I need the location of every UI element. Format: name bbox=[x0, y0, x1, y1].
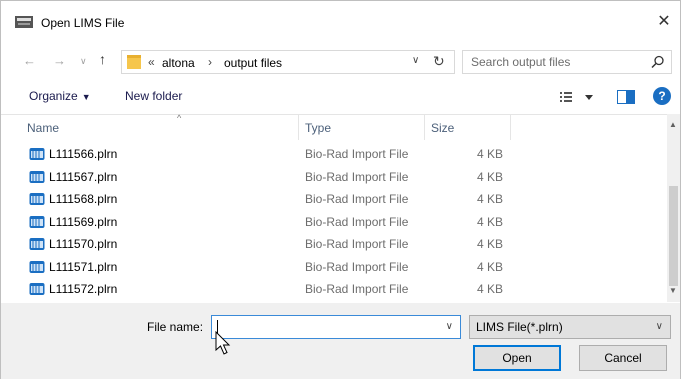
address-bar[interactable]: « altona › output files ∨ ↻ bbox=[121, 50, 455, 74]
column-header-size[interactable]: Size bbox=[425, 115, 511, 140]
column-header-type[interactable]: Type bbox=[299, 115, 425, 140]
file-type: Bio-Rad Import File bbox=[305, 192, 409, 206]
caret-down-icon: ▼ bbox=[81, 92, 91, 102]
up-button[interactable]: ↑ bbox=[99, 51, 106, 67]
chevron-down-icon: ∨ bbox=[80, 56, 87, 66]
cancel-button[interactable]: Cancel bbox=[579, 345, 667, 371]
file-name: L111569.plrn bbox=[49, 214, 118, 229]
navigation-bar: ← → ∨ ↑ « altona › output files ∨ ↻ bbox=[1, 45, 680, 79]
chevron-down-icon: ∨ bbox=[655, 321, 663, 332]
file-row[interactable]: L111569.plrn Bio-Rad Import File 4 KB bbox=[1, 211, 669, 234]
file-type: Bio-Rad Import File bbox=[305, 169, 409, 184]
file-type: Bio-Rad Import File bbox=[305, 282, 409, 296]
file-name: L111567.plrn bbox=[49, 169, 118, 184]
search-box[interactable] bbox=[462, 50, 672, 74]
file-type: Bio-Rad Import File bbox=[305, 147, 409, 161]
dialog-title: Open LIMS File bbox=[41, 16, 125, 30]
file-name: L111568.plrn bbox=[49, 192, 118, 206]
breadcrumb-output-files[interactable]: output files bbox=[224, 56, 282, 70]
new-folder-button[interactable]: New folder bbox=[125, 89, 182, 103]
address-dropdown-icon[interactable]: ∨ bbox=[412, 55, 419, 66]
file-icon bbox=[29, 170, 45, 183]
file-name-label: File name: bbox=[147, 320, 204, 334]
file-type: Bio-Rad Import File bbox=[305, 214, 409, 229]
file-type-select[interactable]: LIMS File(*.plrn) ∨ bbox=[469, 315, 671, 339]
file-icon bbox=[29, 215, 45, 228]
mouse-cursor-icon bbox=[215, 331, 231, 355]
scrollbar-thumb[interactable] bbox=[669, 186, 678, 286]
help-icon[interactable]: ? bbox=[653, 87, 671, 105]
column-size-label: Size bbox=[431, 121, 455, 135]
file-size: 4 KB bbox=[476, 237, 503, 251]
file-icon bbox=[29, 193, 45, 205]
organize-label: Organize bbox=[29, 89, 78, 103]
file-size: 4 KB bbox=[476, 147, 503, 161]
column-type-label: Type bbox=[305, 121, 332, 135]
file-row[interactable]: L111566.plrn Bio-Rad Import File 4 KB bbox=[1, 143, 669, 166]
preview-pane-icon[interactable] bbox=[617, 90, 635, 104]
file-type-selected: LIMS File(*.plrn) bbox=[476, 320, 563, 334]
breadcrumb-separator: › bbox=[208, 55, 212, 69]
file-name: L111570.plrn bbox=[49, 237, 118, 251]
search-input[interactable] bbox=[471, 55, 641, 69]
folder-icon bbox=[127, 55, 141, 69]
command-bar: Organize ▼ New folder ? bbox=[1, 83, 680, 111]
file-icon bbox=[29, 238, 45, 250]
close-button[interactable]: ✕ bbox=[650, 9, 678, 35]
search-icon[interactable] bbox=[651, 55, 665, 69]
arrow-right-icon: → bbox=[53, 53, 66, 68]
breadcrumb-altona[interactable]: altona bbox=[162, 56, 195, 70]
file-name: L111572.plrn bbox=[49, 282, 118, 296]
column-header-name[interactable]: Name ^ bbox=[21, 113, 299, 140]
file-icon bbox=[29, 260, 45, 273]
scroll-up-icon[interactable]: ▲ bbox=[669, 120, 677, 129]
file-row[interactable]: L111568.plrn Bio-Rad Import File 4 KB bbox=[1, 188, 669, 211]
forward-button[interactable]: → bbox=[53, 53, 66, 68]
title-bar: Open LIMS File ✕ bbox=[1, 1, 680, 43]
vertical-scrollbar[interactable]: ▲ ▼ bbox=[667, 114, 680, 302]
recent-locations-button[interactable]: ∨ bbox=[80, 56, 87, 67]
file-size: 4 KB bbox=[476, 192, 503, 206]
arrow-up-icon: ↑ bbox=[99, 51, 106, 67]
file-rows: L111566.plrn Bio-Rad Import File 4 KB L1… bbox=[1, 143, 669, 301]
open-button[interactable]: Open bbox=[473, 345, 561, 371]
dialog-footer: File name: ∨ LIMS File(*.plrn) ∨ Open Ca… bbox=[1, 303, 680, 379]
file-icon bbox=[29, 148, 45, 160]
file-type: Bio-Rad Import File bbox=[305, 237, 409, 251]
open-file-dialog: Open LIMS File ✕ ← → ∨ ↑ « altona › outp… bbox=[0, 0, 681, 379]
back-button[interactable]: ← bbox=[23, 53, 36, 68]
file-name-dropdown-icon[interactable]: ∨ bbox=[446, 321, 453, 332]
file-name-input[interactable] bbox=[216, 319, 436, 335]
file-icon bbox=[29, 283, 45, 295]
close-icon: ✕ bbox=[657, 13, 671, 30]
file-size: 4 KB bbox=[476, 282, 503, 296]
refresh-icon[interactable]: ↻ bbox=[433, 53, 445, 70]
file-type: Bio-Rad Import File bbox=[305, 259, 409, 274]
file-size: 4 KB bbox=[476, 259, 503, 274]
column-name-label: Name bbox=[27, 121, 60, 135]
breadcrumb-overflow[interactable]: « bbox=[148, 55, 155, 69]
file-row[interactable]: L111567.plrn Bio-Rad Import File 4 KB bbox=[1, 166, 669, 189]
file-name: L111566.plrn bbox=[49, 147, 118, 161]
change-view-icon[interactable] bbox=[558, 89, 598, 105]
file-name-combobox[interactable]: ∨ bbox=[211, 315, 461, 339]
file-list: Name ^ Type Size L111566.plrn Bio-Rad Im… bbox=[1, 113, 680, 302]
scroll-down-icon[interactable]: ▼ bbox=[669, 286, 677, 295]
sort-ascending-icon: ^ bbox=[177, 113, 182, 123]
file-row[interactable]: L111570.plrn Bio-Rad Import File 4 KB bbox=[1, 233, 669, 256]
file-row[interactable]: L111571.plrn Bio-Rad Import File 4 KB bbox=[1, 256, 669, 279]
file-row[interactable]: L111572.plrn Bio-Rad Import File 4 KB bbox=[1, 278, 669, 301]
file-size: 4 KB bbox=[476, 214, 503, 229]
arrow-left-icon: ← bbox=[23, 53, 36, 68]
organize-button[interactable]: Organize ▼ bbox=[29, 89, 91, 103]
file-size: 4 KB bbox=[476, 169, 503, 184]
app-icon bbox=[15, 16, 33, 28]
file-name: L111571.plrn bbox=[49, 259, 118, 274]
